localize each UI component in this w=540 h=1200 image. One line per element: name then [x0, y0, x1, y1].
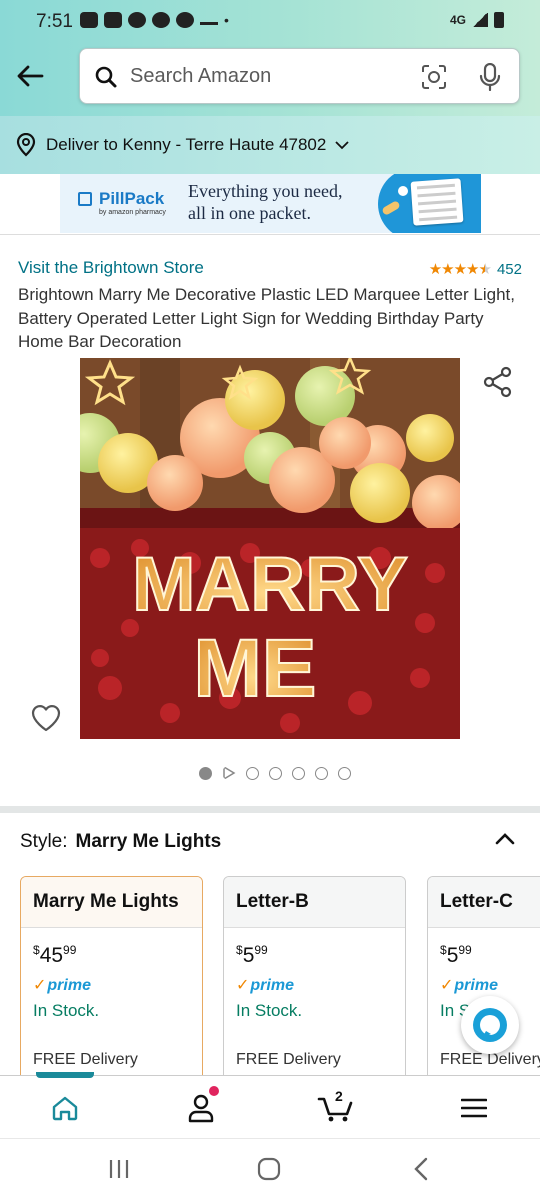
youtube-icon — [104, 12, 122, 28]
heart-icon[interactable] — [30, 703, 62, 733]
alexa-button[interactable] — [461, 996, 519, 1054]
prime-check-icon: ✓ — [236, 977, 250, 994]
style-option-name: Marry Me Lights — [21, 877, 202, 928]
rating-count: 452 — [496, 260, 522, 278]
notification-icons: • — [80, 12, 229, 28]
style-option-name: Letter-B — [224, 877, 405, 928]
delivery-info: FREE Delivery — [236, 1051, 341, 1068]
style-option-card[interactable]: Letter-C $599 ✓prime In Stock. FREE Deli… — [427, 876, 540, 1086]
style-option-card[interactable]: Marry Me Lights $4599 ✓prime In Stock. F… — [20, 876, 203, 1086]
active-tab-indicator — [36, 1072, 94, 1078]
camera-search-icon[interactable] — [421, 64, 447, 90]
status-bar: 7:51 • 4G — [0, 0, 540, 44]
delivery-address: Deliver to Kenny - Terre Haute 47802 — [46, 135, 327, 154]
pinterest-icon — [128, 12, 146, 28]
pinterest-icon — [176, 12, 194, 28]
carousel-dot[interactable] — [338, 766, 351, 780]
nav-cart[interactable]: 2 — [316, 1088, 356, 1126]
image-me-text: ME — [194, 623, 317, 714]
share-icon[interactable] — [482, 366, 514, 398]
battery-icon — [494, 12, 504, 28]
home-icon — [52, 1096, 78, 1121]
home-circle-icon[interactable] — [257, 1157, 281, 1181]
banner-dot — [398, 186, 408, 196]
chevron-down-icon — [335, 141, 349, 150]
rating-summary[interactable]: ★★★★★ 452 — [428, 260, 522, 279]
banner-tagline-line2: all in one packet. — [188, 203, 311, 223]
search-input[interactable] — [130, 61, 400, 91]
style-label: Style: — [20, 831, 68, 852]
style-selected-value: Marry Me Lights — [75, 831, 222, 852]
divider — [0, 234, 540, 235]
nav-account[interactable] — [181, 1086, 221, 1126]
carousel-dot[interactable] — [269, 766, 282, 780]
style-option-name: Letter-C — [428, 877, 540, 928]
style-option-card[interactable]: Letter-B $599 ✓prime In Stock. FREE Deli… — [223, 876, 406, 1086]
carousel-dot[interactable] — [315, 766, 328, 780]
nav-menu[interactable] — [454, 1090, 494, 1126]
carousel-dot[interactable] — [292, 766, 305, 780]
price: $4599 — [33, 943, 77, 967]
prime-check-icon: ✓ — [33, 977, 47, 994]
cart-count: 2 — [335, 1088, 343, 1104]
prime-badge: ✓prime — [33, 977, 91, 994]
packet-illustration — [410, 178, 464, 226]
prime-badge: ✓prime — [440, 977, 498, 994]
chevron-up-icon[interactable] — [492, 826, 518, 852]
hamburger-menu-icon — [461, 1098, 487, 1118]
rating-stars-icon: ★★★★★ — [428, 261, 492, 278]
delivery-location-bar[interactable]: Deliver to Kenny - Terre Haute 47802 — [0, 116, 540, 174]
banner-tagline: Everything you need, all in one packet. — [188, 180, 378, 224]
system-navigation-bar — [0, 1138, 540, 1200]
delivery-info: FREE Delivery — [33, 1051, 138, 1068]
network-type: 4G — [449, 13, 466, 27]
section-separator — [0, 806, 540, 813]
search-bar[interactable] — [79, 48, 520, 104]
style-selector-label: Style: Marry Me Lights — [20, 831, 221, 853]
pillpack-banner-ad[interactable]: PillPack by amazon pharmacy Everything y… — [60, 174, 481, 233]
carousel-dot-active[interactable] — [199, 766, 212, 780]
pillpack-box-icon — [78, 192, 92, 206]
bottom-navigation: 2 — [0, 1072, 540, 1138]
video-play-icon[interactable] — [222, 766, 236, 780]
back-chevron-icon[interactable] — [410, 1157, 434, 1181]
person-icon — [188, 1094, 214, 1123]
arrow-left-icon — [17, 65, 44, 87]
image-carousel-dots[interactable] — [0, 766, 540, 780]
nav-home[interactable] — [45, 1090, 85, 1126]
signal-icon — [472, 13, 488, 27]
chat-icon — [200, 15, 218, 25]
store-link[interactable]: Visit the Brightown Store — [18, 258, 204, 278]
alexa-icon — [473, 1008, 507, 1042]
search-icon — [95, 66, 117, 88]
product-photo: MARRY ME — [80, 358, 460, 739]
system-status: 4G — [450, 12, 504, 28]
stock-status: In Stock. — [236, 1001, 303, 1020]
more-notifications-icon: • — [224, 12, 229, 28]
prime-check-icon: ✓ — [440, 977, 454, 994]
image-marry-text: MARRY — [132, 542, 408, 627]
carousel-dot[interactable] — [246, 766, 259, 780]
pillpack-brand: PillPack — [99, 189, 165, 208]
back-button[interactable] — [12, 58, 48, 94]
microphone-icon[interactable] — [479, 63, 501, 91]
youtube-icon — [80, 12, 98, 28]
recent-apps-icon[interactable] — [107, 1157, 131, 1181]
product-title: Brightown Marry Me Decorative Plastic LE… — [18, 285, 515, 351]
location-pin-icon — [16, 133, 36, 157]
status-time: 7:51 — [36, 11, 73, 32]
stock-status: In Stock. — [33, 1001, 100, 1020]
style-options: Marry Me Lights $4599 ✓prime In Stock. F… — [0, 876, 540, 1086]
price: $599 — [440, 943, 472, 967]
product-image[interactable]: MARRY ME — [80, 358, 460, 739]
banner-tagline-line1: Everything you need, — [188, 181, 343, 201]
price: $599 — [236, 943, 268, 967]
prime-badge: ✓prime — [236, 977, 294, 994]
notification-dot — [209, 1086, 219, 1096]
pillpack-sub: by amazon pharmacy — [99, 209, 166, 216]
messenger-icon — [152, 12, 170, 28]
